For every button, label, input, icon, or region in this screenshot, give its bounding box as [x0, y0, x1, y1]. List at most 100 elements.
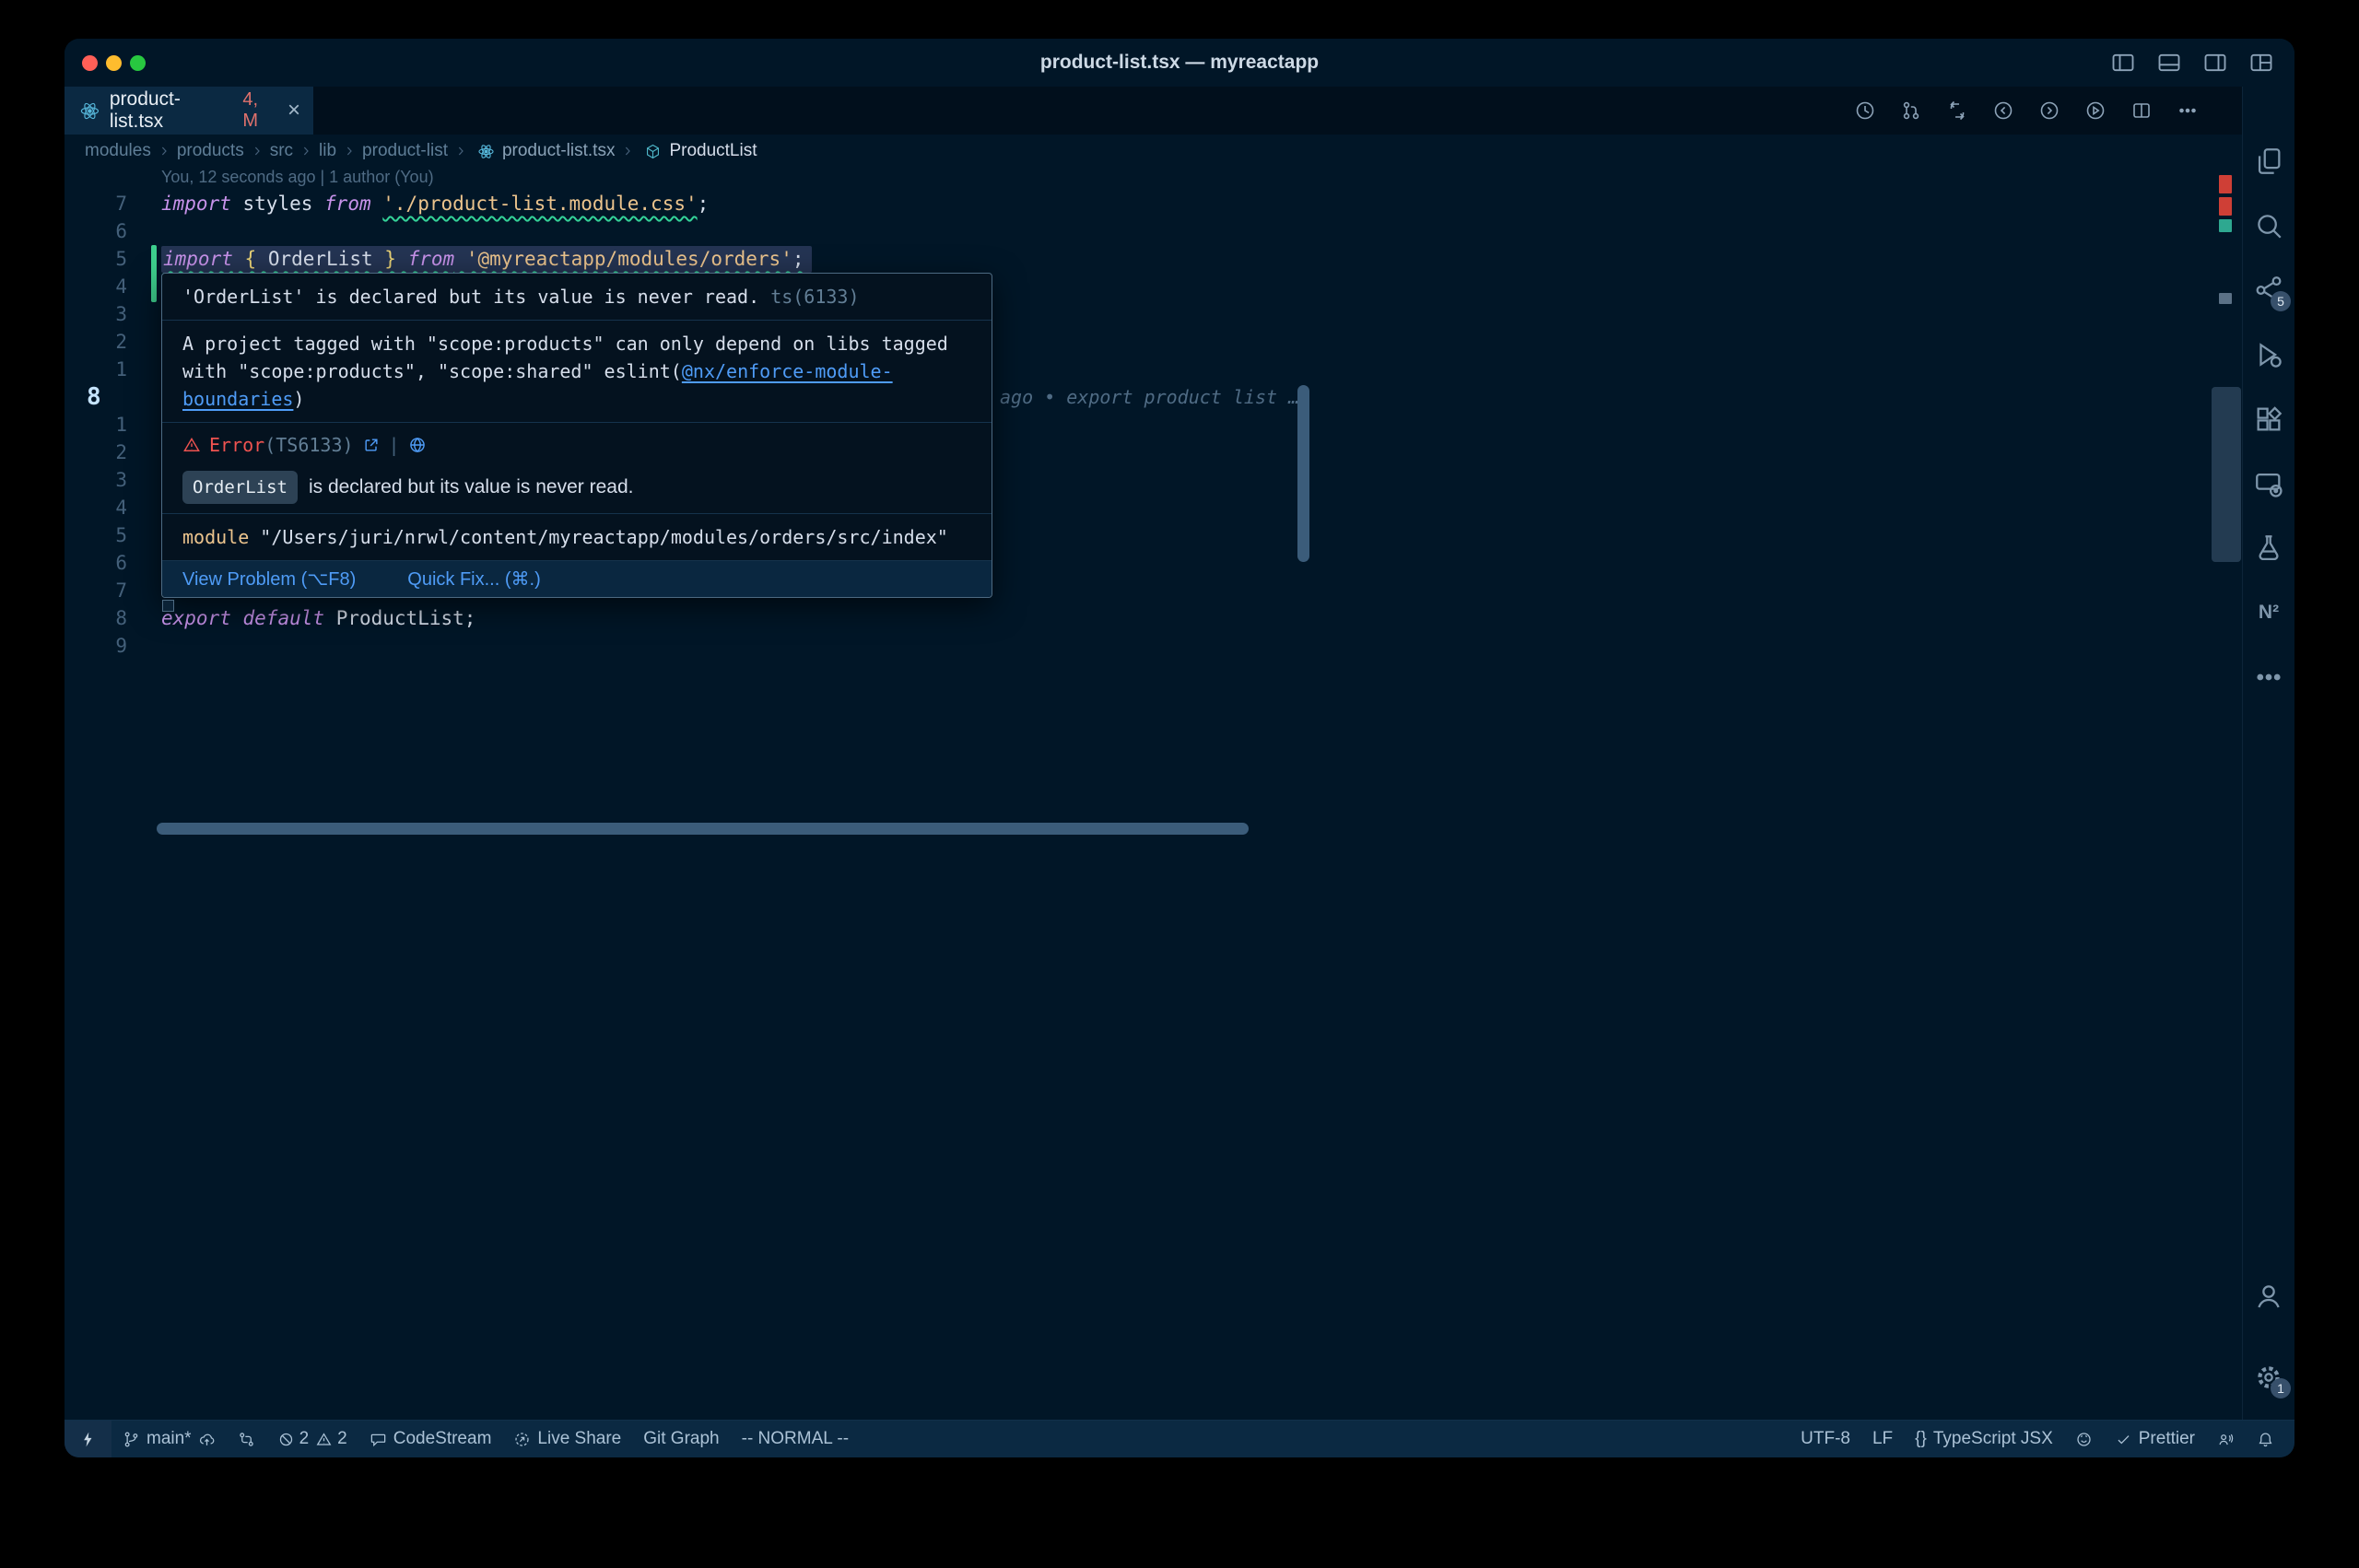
overview-ruler[interactable]: [2210, 168, 2243, 1421]
token-identifier: ProductList: [336, 607, 464, 629]
gutter-modified-indicator: [151, 245, 157, 302]
overview-mark-info: [2219, 293, 2232, 304]
additional-views-icon[interactable]: [2253, 661, 2284, 693]
remote-explorer-icon[interactable]: [2253, 468, 2284, 499]
token-keyword: import: [161, 193, 231, 215]
line-number-current: 8: [87, 383, 101, 411]
hover-error-row: Error(TS6133) |: [182, 432, 971, 458]
line-number: 8: [65, 604, 127, 632]
breadcrumb-item[interactable]: modules: [85, 141, 151, 161]
error-label: Error: [209, 434, 264, 456]
minimize-window-button[interactable]: [106, 55, 122, 71]
problems-status[interactable]: 2 2: [266, 1421, 358, 1457]
git-compare-status[interactable]: [227, 1421, 266, 1457]
line-number: 7: [65, 190, 127, 217]
token-brace: {: [245, 248, 257, 270]
branch-status[interactable]: main*: [111, 1421, 227, 1457]
breadcrumb-item-symbol[interactable]: ProductList: [669, 141, 757, 161]
git-graph-status[interactable]: Git Graph: [632, 1421, 730, 1457]
git-blame-lens[interactable]: You, 12 seconds ago | 1 author (You): [161, 168, 434, 187]
github-status[interactable]: [2064, 1421, 2104, 1457]
hover-declared-message: is declared but its value is never read.: [309, 474, 634, 501]
warning-count: 2: [337, 1429, 347, 1449]
toggle-panel-icon[interactable]: [2156, 50, 2182, 76]
token-keyword: default: [243, 607, 325, 629]
toggle-secondary-sidebar-icon[interactable]: [2202, 50, 2228, 76]
react-file-icon: [79, 100, 100, 122]
language-label: TypeScript JSX: [1933, 1429, 2053, 1449]
customize-layout-icon[interactable]: [2248, 50, 2274, 76]
line-number: 2: [65, 439, 127, 466]
breadcrumb-item[interactable]: src: [270, 141, 293, 161]
tab-label: product-list.tsx: [110, 88, 233, 133]
editor-actions: [1854, 87, 2199, 135]
settings-gear-icon[interactable]: 1: [2253, 1362, 2284, 1393]
notifications-bell-icon[interactable]: [2246, 1421, 2285, 1457]
globe-icon[interactable]: [408, 436, 427, 454]
status-bar-left: main* 2 2 CodeStream Live Share Git Grap…: [65, 1421, 860, 1457]
prettier-status[interactable]: Prettier: [2104, 1421, 2206, 1457]
eol-status[interactable]: LF: [1861, 1421, 1904, 1457]
codestream-status[interactable]: CodeStream: [358, 1421, 503, 1457]
editor-code-area[interactable]: You, 12 seconds ago | 1 author (You) 765…: [65, 168, 2243, 1421]
remote-indicator[interactable]: [65, 1421, 111, 1457]
live-share-status[interactable]: Live Share: [502, 1421, 632, 1457]
search-icon[interactable]: [2253, 210, 2284, 241]
toggle-primary-sidebar-icon[interactable]: [2110, 50, 2136, 76]
nav-back-icon[interactable]: [1992, 99, 2014, 122]
testing-beaker-icon[interactable]: [2253, 532, 2284, 564]
vscode-window: product-list.tsx — myreactapp product-li…: [65, 39, 2294, 1457]
tab-product-list[interactable]: product-list.tsx 4, M ×: [65, 87, 313, 135]
breadcrumb-item[interactable]: lib: [319, 141, 336, 161]
quick-fix-button[interactable]: Quick Fix... (⌘.): [407, 568, 540, 591]
vim-mode-indicator[interactable]: -- NORMAL --: [731, 1421, 860, 1457]
nx-console-icon[interactable]: N²: [2253, 597, 2284, 628]
code-line-export-default[interactable]: export default ProductList;: [161, 604, 475, 632]
close-window-button[interactable]: [82, 55, 98, 71]
source-control-icon[interactable]: 5: [2253, 275, 2284, 306]
breadcrumb-item[interactable]: product-list: [362, 141, 448, 161]
inner-vertical-scrollbar[interactable]: [1297, 385, 1309, 562]
explorer-copy-icon[interactable]: [2253, 146, 2284, 177]
branch-name: main*: [147, 1429, 192, 1449]
line-number: 4: [65, 273, 127, 300]
status-bar-right: UTF-8 LF {}TypeScript JSX Prettier: [1790, 1421, 2294, 1457]
hover-error-detail: Error(TS6133) | OrderList is declared bu…: [162, 422, 992, 513]
breadcrumb-item-file[interactable]: product-list.tsx: [502, 141, 615, 161]
timeline-history-icon[interactable]: [1854, 99, 1876, 122]
encoding-status[interactable]: UTF-8: [1790, 1421, 1861, 1457]
extensions-icon[interactable]: [2253, 404, 2284, 435]
live-share-icon: [513, 1431, 531, 1448]
token-punctuation: ;: [792, 248, 804, 270]
token-identifier: OrderList: [268, 248, 373, 270]
titlebar: product-list.tsx — myreactapp: [65, 39, 2294, 88]
more-actions-icon[interactable]: [2177, 99, 2199, 122]
hover-resize-handle[interactable]: [162, 600, 174, 612]
line-number: 5: [65, 521, 127, 549]
horizontal-scrollbar[interactable]: [157, 823, 1249, 835]
breadcrumb-item[interactable]: products: [177, 141, 244, 161]
nav-forward-icon[interactable]: [2038, 99, 2060, 122]
code-line-import-orderlist[interactable]: import { OrderList } from '@myreactapp/m…: [161, 245, 812, 273]
run-file-icon[interactable]: [2084, 99, 2107, 122]
accounts-icon[interactable]: [2253, 1281, 2284, 1312]
feedback-status[interactable]: [2206, 1421, 2246, 1457]
token-string: './product-list.module.css': [382, 193, 697, 215]
error-count: 2: [299, 1429, 310, 1449]
git-pullrequest-icon[interactable]: [1900, 99, 1922, 122]
source-control-badge: 5: [2271, 291, 2291, 311]
language-mode-status[interactable]: {}TypeScript JSX: [1904, 1421, 2064, 1457]
zoom-window-button[interactable]: [130, 55, 146, 71]
vertical-scrollbar-thumb[interactable]: [2212, 387, 2241, 562]
tab-close-icon[interactable]: ×: [288, 99, 300, 122]
open-changes-icon[interactable]: [1946, 99, 1968, 122]
split-editor-icon[interactable]: [2130, 99, 2153, 122]
run-and-debug-icon[interactable]: [2253, 339, 2284, 370]
token-keyword: import: [163, 248, 233, 270]
codestream-label: CodeStream: [393, 1429, 492, 1449]
external-link-icon[interactable]: [362, 436, 381, 454]
view-problem-button[interactable]: View Problem (⌥F8): [182, 568, 356, 591]
hover-module-path: module "/Users/juri/nrwl/content/myreact…: [162, 513, 992, 560]
remote-bolt-icon: [79, 1431, 97, 1448]
code-line-import-styles[interactable]: import styles from './product-list.modul…: [161, 190, 709, 217]
